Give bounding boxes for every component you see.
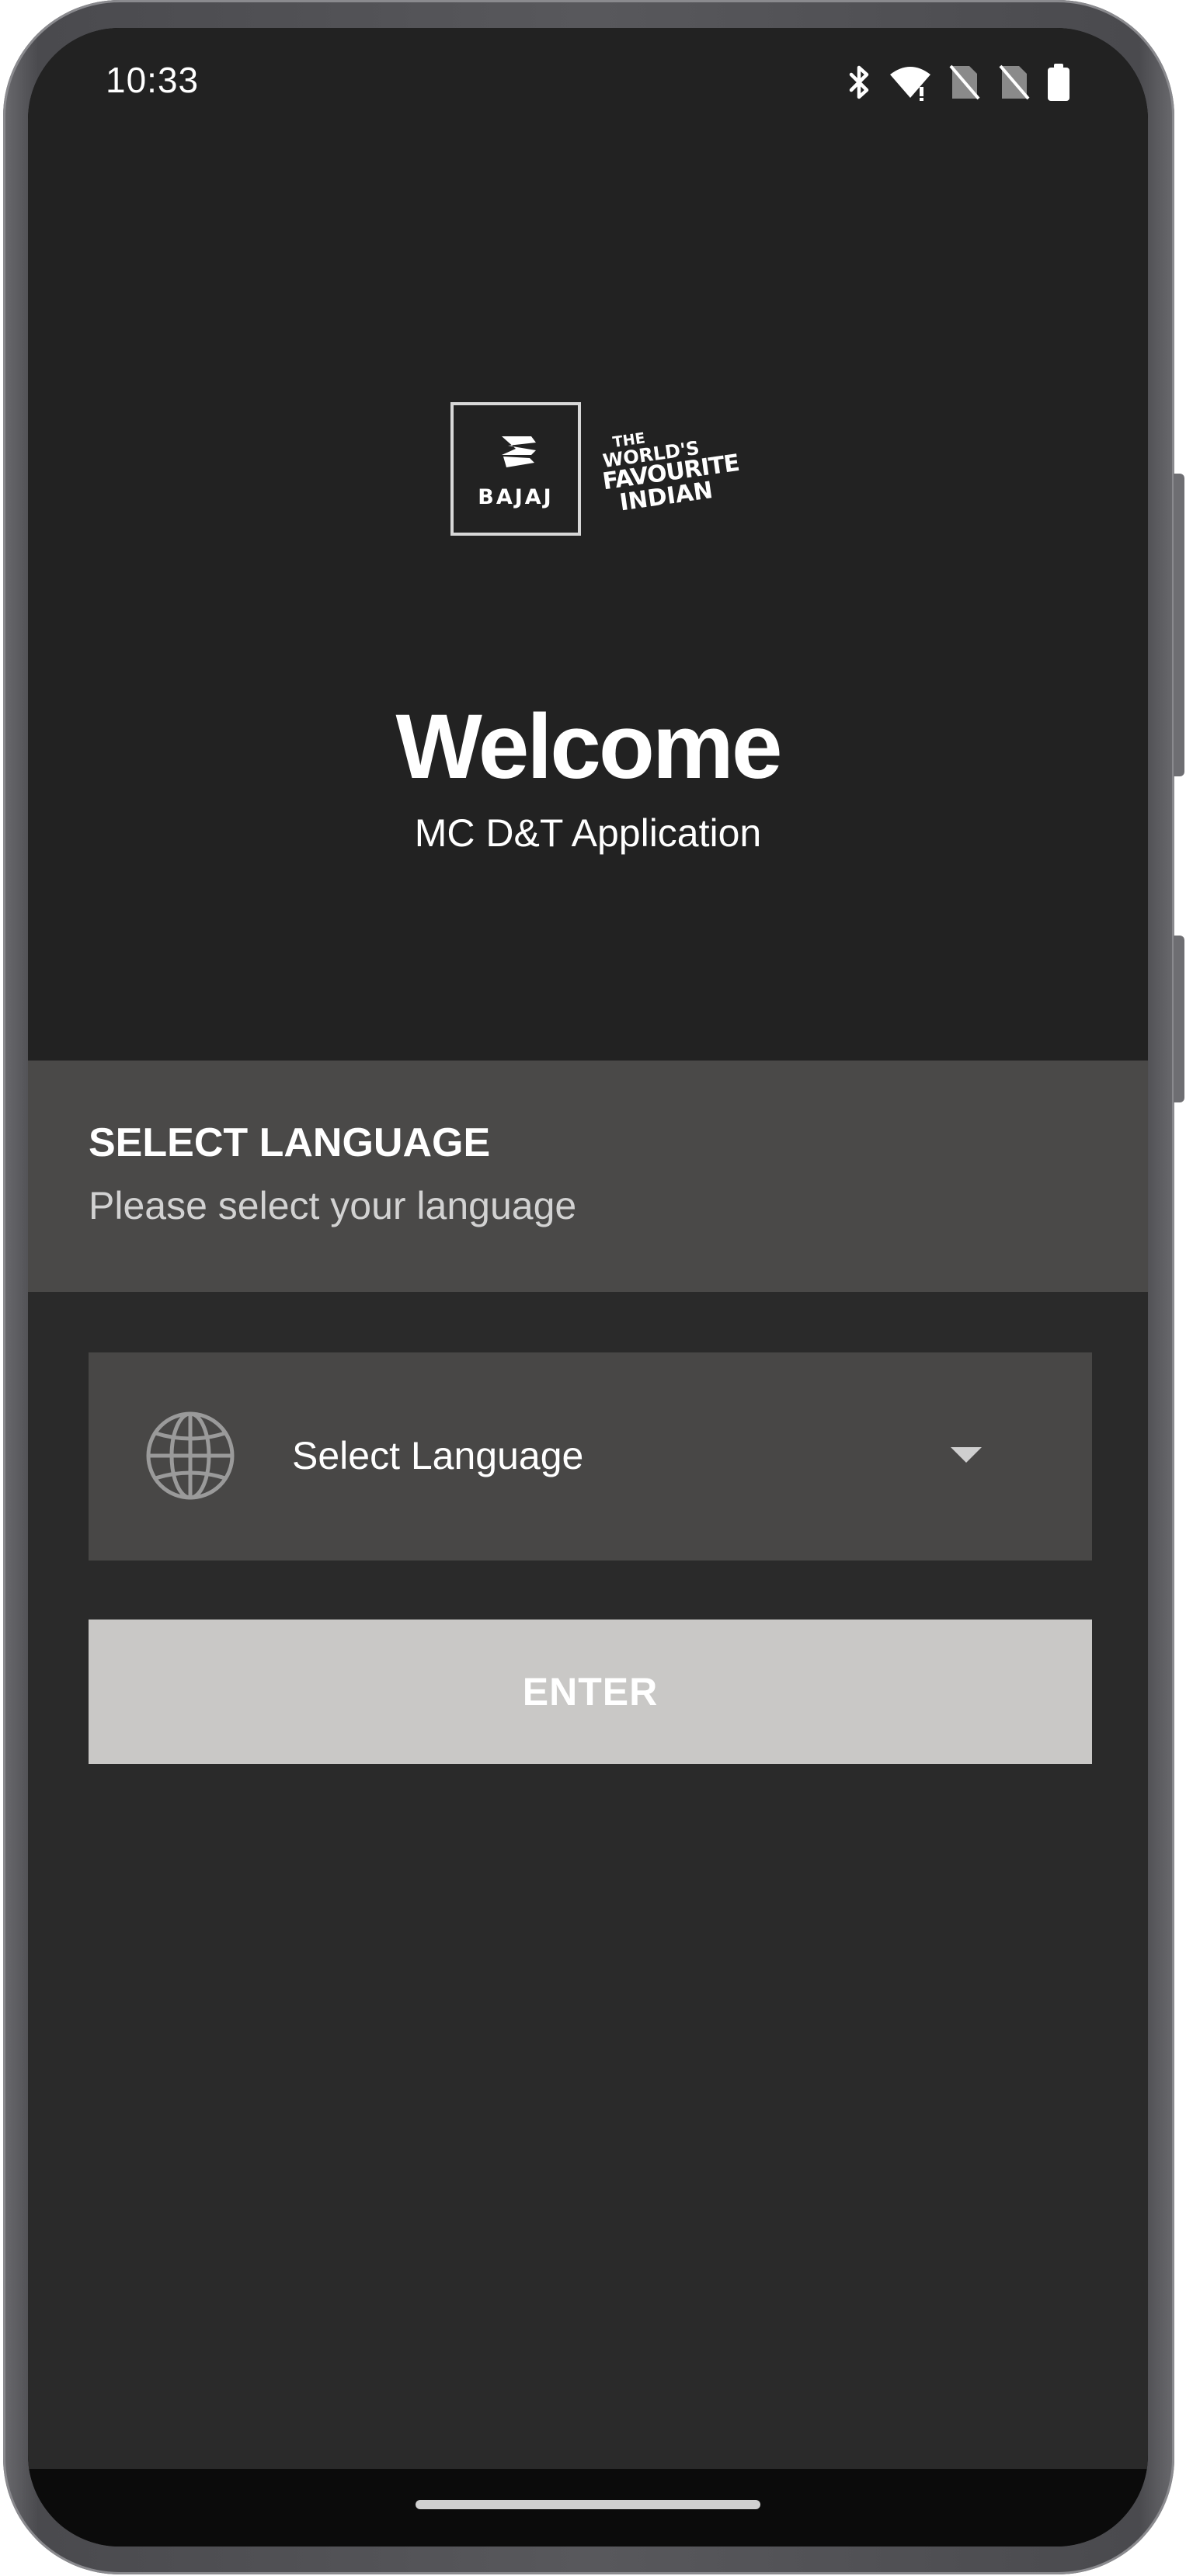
status-time: 10:33 [106, 60, 200, 100]
bajaj-logo: BAJAJ THE WORLD'S FAVOURITE INDIAN [450, 402, 741, 550]
language-dropdown-value: Select Language [292, 1434, 584, 1477]
bluetooth-icon [847, 64, 873, 101]
section-title: SELECT LANGUAGE [89, 1120, 491, 1165]
app-subtitle: MC D&T Application [414, 811, 762, 855]
form-area: Select Language ENTER [28, 1292, 1148, 2469]
logo-text: BAJAJ [478, 485, 554, 509]
power-button [1174, 936, 1184, 1102]
welcome-title: Welcome [395, 696, 783, 798]
no-sim-icon [997, 63, 1031, 102]
device-frame: 10:33 BAJAJ THE WORLD'S FAVOURITE INDIAN… [0, 0, 1186, 2576]
navigation-bar [28, 2469, 1148, 2546]
no-sim-icon [948, 63, 982, 102]
header-area: 10:33 BAJAJ THE WORLD'S FAVOURITE INDIAN… [28, 28, 1148, 1061]
brand-tagline: THE WORLD'S FAVOURITE INDIAN [596, 418, 744, 517]
bajaj-mark-icon [497, 432, 541, 476]
caret-down-icon [951, 1447, 982, 1463]
enter-button[interactable]: ENTER [89, 1620, 1092, 1764]
battery-icon [1047, 63, 1070, 102]
volume-button [1174, 474, 1184, 776]
home-indicator[interactable] [416, 2500, 760, 2509]
status-bar: 10:33 [28, 28, 1148, 137]
logo-box: BAJAJ [450, 402, 581, 536]
wifi-icon [889, 64, 932, 101]
status-icons [847, 61, 1070, 104]
globe-icon [144, 1410, 236, 1505]
screen: 10:33 BAJAJ THE WORLD'S FAVOURITE INDIAN… [28, 28, 1148, 2546]
section-description: Please select your language [89, 1184, 577, 1227]
select-language-section: SELECT LANGUAGE Please select your langu… [28, 1061, 1148, 1292]
language-dropdown[interactable]: Select Language [89, 1352, 1092, 1561]
